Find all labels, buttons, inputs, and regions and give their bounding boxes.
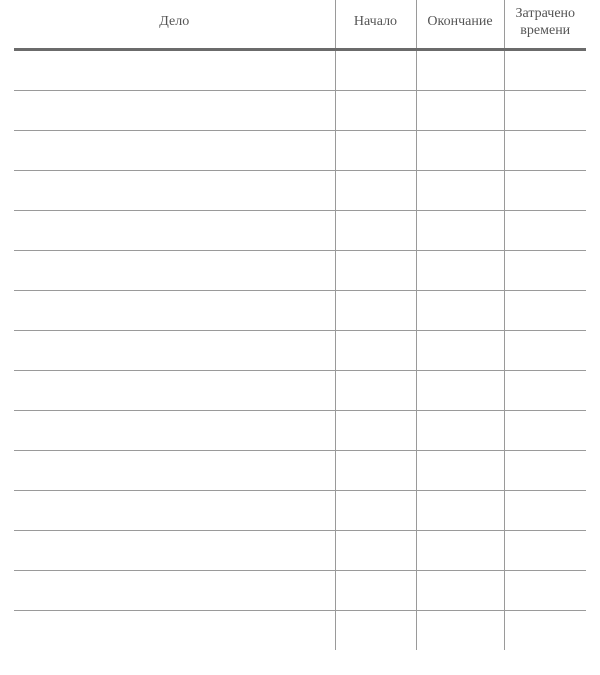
cell-end[interactable] — [416, 610, 504, 650]
header-start: Начало — [335, 0, 416, 48]
cell-end[interactable] — [416, 330, 504, 370]
cell-spent[interactable] — [504, 290, 586, 330]
table-row — [14, 130, 586, 170]
cell-task[interactable] — [14, 250, 335, 290]
cell-start[interactable] — [335, 530, 416, 570]
table-row — [14, 610, 586, 650]
cell-end[interactable] — [416, 250, 504, 290]
cell-end[interactable] — [416, 130, 504, 170]
cell-spent[interactable] — [504, 330, 586, 370]
cell-task[interactable] — [14, 290, 335, 330]
cell-end[interactable] — [416, 570, 504, 610]
cell-end[interactable] — [416, 90, 504, 130]
header-task: Дело — [14, 0, 335, 48]
cell-task[interactable] — [14, 450, 335, 490]
table-row — [14, 490, 586, 530]
cell-start[interactable] — [335, 250, 416, 290]
table-row — [14, 90, 586, 130]
time-tracking-table: Дело Начало Окончание Затраченовремени — [14, 0, 586, 650]
cell-end[interactable] — [416, 410, 504, 450]
cell-start[interactable] — [335, 410, 416, 450]
cell-spent[interactable] — [504, 610, 586, 650]
table-row — [14, 51, 586, 91]
cell-end[interactable] — [416, 51, 504, 91]
table-row — [14, 450, 586, 490]
cell-task[interactable] — [14, 370, 335, 410]
cell-spent[interactable] — [504, 250, 586, 290]
cell-spent[interactable] — [504, 210, 586, 250]
table-row — [14, 370, 586, 410]
cell-start[interactable] — [335, 330, 416, 370]
cell-start[interactable] — [335, 490, 416, 530]
table-row — [14, 170, 586, 210]
cell-end[interactable] — [416, 210, 504, 250]
cell-task[interactable] — [14, 570, 335, 610]
header-row: Дело Начало Окончание Затраченовремени — [14, 0, 586, 48]
cell-spent[interactable] — [504, 530, 586, 570]
cell-task[interactable] — [14, 210, 335, 250]
cell-start[interactable] — [335, 290, 416, 330]
cell-start[interactable] — [335, 51, 416, 91]
cell-end[interactable] — [416, 170, 504, 210]
table-row — [14, 290, 586, 330]
cell-end[interactable] — [416, 370, 504, 410]
cell-spent[interactable] — [504, 410, 586, 450]
table-row — [14, 210, 586, 250]
cell-start[interactable] — [335, 450, 416, 490]
cell-end[interactable] — [416, 490, 504, 530]
cell-spent[interactable] — [504, 370, 586, 410]
cell-task[interactable] — [14, 330, 335, 370]
cell-task[interactable] — [14, 51, 335, 91]
timesheet: Дело Начало Окончание Затраченовремени — [0, 0, 600, 650]
cell-task[interactable] — [14, 530, 335, 570]
cell-start[interactable] — [335, 90, 416, 130]
cell-spent[interactable] — [504, 90, 586, 130]
cell-spent[interactable] — [504, 450, 586, 490]
cell-start[interactable] — [335, 610, 416, 650]
cell-start[interactable] — [335, 570, 416, 610]
header-end: Окончание — [416, 0, 504, 48]
cell-task[interactable] — [14, 170, 335, 210]
table-row — [14, 250, 586, 290]
cell-start[interactable] — [335, 130, 416, 170]
cell-spent[interactable] — [504, 51, 586, 91]
header-spent: Затраченовремени — [504, 0, 586, 48]
cell-task[interactable] — [14, 490, 335, 530]
cell-task[interactable] — [14, 130, 335, 170]
cell-spent[interactable] — [504, 490, 586, 530]
table-row — [14, 330, 586, 370]
cell-end[interactable] — [416, 450, 504, 490]
table-row — [14, 570, 586, 610]
table-body — [14, 51, 586, 650]
cell-spent[interactable] — [504, 570, 586, 610]
table-row — [14, 410, 586, 450]
cell-spent[interactable] — [504, 130, 586, 170]
cell-start[interactable] — [335, 170, 416, 210]
cell-end[interactable] — [416, 290, 504, 330]
cell-spent[interactable] — [504, 170, 586, 210]
cell-end[interactable] — [416, 530, 504, 570]
cell-task[interactable] — [14, 410, 335, 450]
cell-start[interactable] — [335, 370, 416, 410]
table-row — [14, 530, 586, 570]
cell-task[interactable] — [14, 90, 335, 130]
cell-task[interactable] — [14, 610, 335, 650]
cell-start[interactable] — [335, 210, 416, 250]
